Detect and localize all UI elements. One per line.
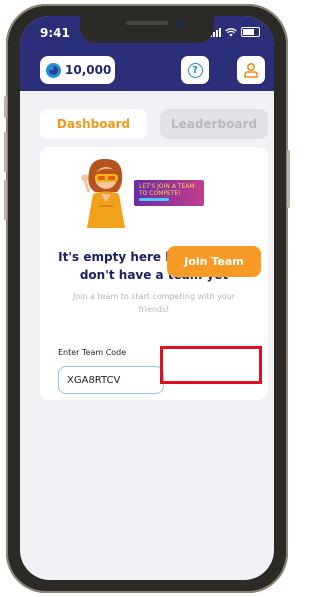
coin-count: 10,000 — [65, 63, 112, 77]
wifi-icon — [225, 27, 237, 36]
team-illustration: LET'S JOIN A TEAM TO COMPETE! — [79, 156, 229, 228]
banner-text: LET'S JOIN A TEAM TO COMPETE! — [139, 183, 195, 197]
coin-balance[interactable]: 10,000 — [40, 56, 115, 84]
highlight-box — [160, 346, 262, 384]
side-button — [287, 150, 290, 208]
side-button — [4, 96, 7, 118]
profile-button[interactable] — [237, 56, 265, 84]
side-button — [4, 132, 7, 172]
app-screen: 9:41 10,000 ? Dashboard Leaderboard LET'… — [20, 16, 274, 580]
phone-notch — [80, 16, 214, 43]
character-illustration — [81, 158, 125, 228]
help-button[interactable]: ? — [181, 56, 209, 84]
status-time: 9:41 — [40, 26, 70, 40]
tab-dashboard[interactable]: Dashboard — [40, 109, 147, 139]
side-button — [4, 180, 7, 220]
team-code-input[interactable] — [58, 366, 164, 394]
team-code-label: Enter Team Code — [58, 348, 127, 357]
empty-state-subtitle: Join a team to start competing with your… — [72, 292, 236, 314]
join-team-button[interactable]: Join Team — [167, 246, 261, 277]
coin-icon — [46, 62, 61, 78]
status-icons — [210, 27, 260, 37]
help-icon: ? — [187, 62, 203, 78]
profile-icon — [244, 62, 258, 78]
banner-progress — [139, 198, 169, 201]
speech-banner: LET'S JOIN A TEAM TO COMPETE! — [134, 180, 204, 206]
tab-leaderboard[interactable]: Leaderboard — [160, 109, 268, 139]
battery-icon — [241, 27, 260, 37]
